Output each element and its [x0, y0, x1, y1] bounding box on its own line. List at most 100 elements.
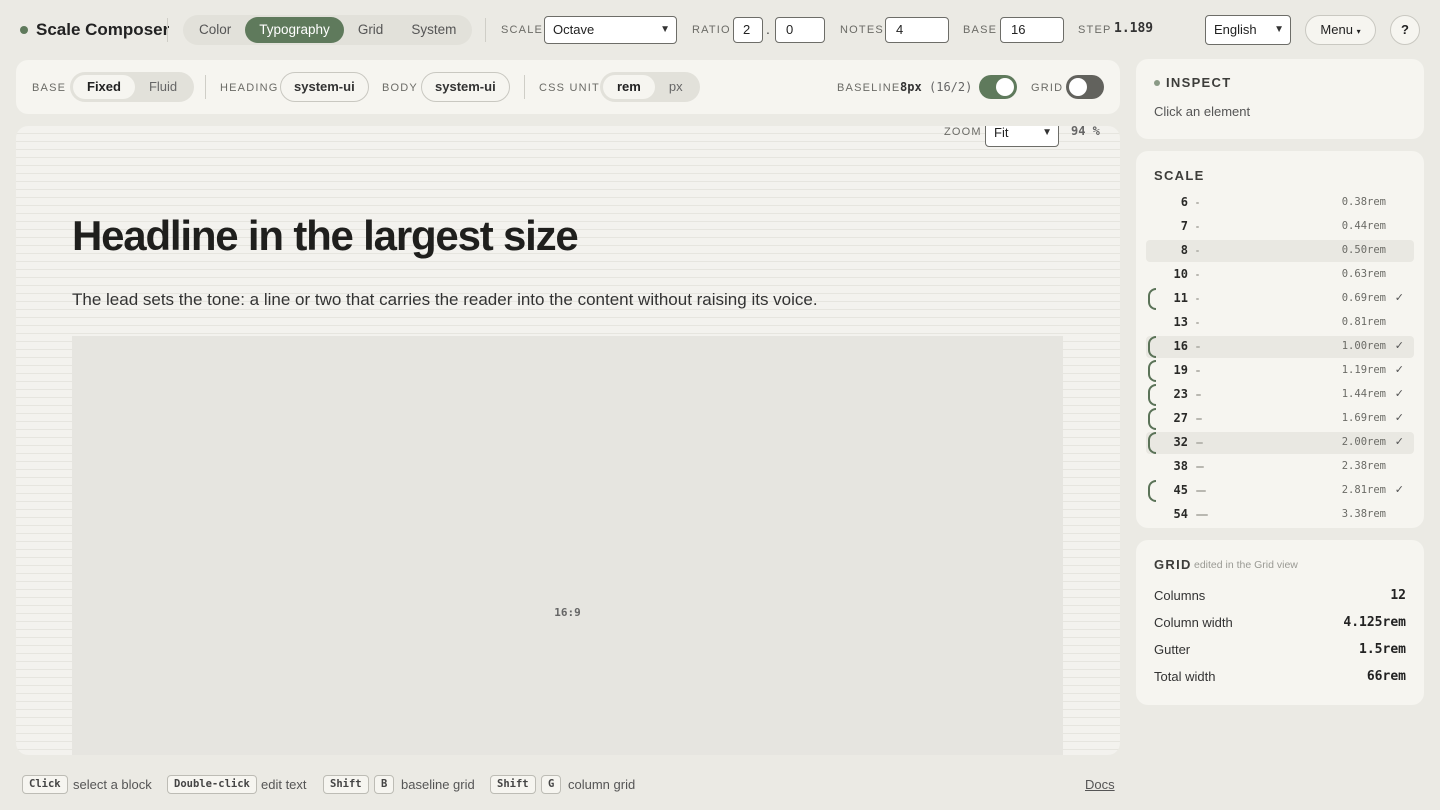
scale-rem: 0.81rem	[1341, 316, 1386, 328]
baseline-value: 8px	[900, 80, 922, 94]
lead-paragraph[interactable]: The lead sets the tone: a line or two th…	[72, 290, 818, 310]
size-swatch	[1196, 370, 1200, 372]
app-title: Scale Composer	[36, 20, 170, 39]
menu-button[interactable]: Menu ▾	[1305, 15, 1376, 45]
base-mode-fluid[interactable]: Fluid	[135, 75, 191, 99]
tab-typography[interactable]: Typography	[245, 17, 344, 43]
typography-toolbar: BASE Fixed Fluid HEADING system-ui BODY …	[16, 60, 1120, 114]
base-mode-fixed[interactable]: Fixed	[73, 75, 135, 99]
tab-color[interactable]: Color	[185, 17, 245, 43]
scale-rem: 0.69rem	[1341, 292, 1386, 304]
grid-row-total-width: Total width 66rem	[1154, 669, 1406, 684]
ratio-decimal-input[interactable]: 0	[775, 17, 825, 43]
scale-row[interactable]: 27 1.69rem ✓	[1146, 408, 1414, 430]
zoom-percent: 94 %	[1071, 126, 1100, 138]
grid-row-label: Gutter	[1154, 642, 1191, 657]
scale-row[interactable]: 19 1.19rem ✓	[1146, 360, 1414, 382]
chevron-down-icon: ▼	[1274, 24, 1284, 35]
tab-system[interactable]: System	[397, 17, 470, 43]
size-swatch	[1196, 274, 1199, 276]
scale-rem: 2.00rem	[1341, 436, 1386, 448]
scale-row[interactable]: 32 2.00rem ✓	[1146, 432, 1414, 454]
unit-rem[interactable]: rem	[603, 75, 655, 99]
size-swatch	[1196, 466, 1204, 468]
preview-canvas[interactable]: ZOOM Fit ▼ 94 % Headline in the largest …	[16, 126, 1120, 755]
check-icon: ✓	[1394, 388, 1404, 400]
scale-row[interactable]: 45 2.81rem ✓	[1146, 480, 1414, 502]
scale-row[interactable]: 23 1.44rem ✓	[1146, 384, 1414, 406]
ratio-label: RATIO	[692, 24, 731, 36]
scale-row[interactable]: 54 3.38rem	[1146, 504, 1414, 526]
tab-grid[interactable]: Grid	[344, 17, 398, 43]
grid-row-label: Column width	[1154, 615, 1233, 630]
inspect-panel: INSPECT Click an element	[1136, 59, 1424, 139]
scale-label: SCALE	[501, 24, 544, 36]
inspect-dot-icon	[1154, 80, 1160, 86]
scale-row[interactable]: 13 0.81rem	[1146, 312, 1414, 334]
grid-row-column-width: Column width 4.125rem	[1154, 615, 1406, 630]
grid-toggle[interactable]	[1066, 75, 1104, 99]
scale-px: 11	[1173, 291, 1188, 305]
baseline-toggle[interactable]	[979, 75, 1017, 99]
scale-rem: 1.69rem	[1341, 412, 1386, 424]
scale-row[interactable]: 16 1.00rem ✓	[1146, 336, 1414, 358]
grid-row-value: 1.5rem	[1359, 642, 1406, 657]
used-bracket-icon	[1148, 480, 1156, 502]
scale-row[interactable]: 10 0.63rem	[1146, 264, 1414, 286]
grid-row-label: Total width	[1154, 669, 1216, 684]
scale-row[interactable]: 7 0.44rem	[1146, 216, 1414, 238]
body-font-label: BODY	[382, 82, 418, 94]
used-bracket-icon	[1148, 384, 1156, 406]
base-input[interactable]: 16	[1000, 17, 1064, 43]
used-bracket-icon	[1148, 432, 1156, 454]
zoom-select-value: Fit	[994, 126, 1009, 140]
check-icon: ✓	[1394, 484, 1404, 496]
scale-px: 23	[1173, 387, 1188, 401]
scale-row[interactable]: 8 0.50rem	[1146, 240, 1414, 262]
scale-select[interactable]: Octave ▼	[544, 16, 677, 44]
scale-px: 27	[1173, 411, 1188, 425]
toggle-knob	[1069, 78, 1087, 96]
zoom-select[interactable]: Fit ▼	[985, 126, 1059, 147]
media-placeholder[interactable]: 16:9	[72, 336, 1063, 755]
grid-row-gutter: Gutter 1.5rem	[1154, 642, 1406, 657]
help-button[interactable]: ?	[1390, 15, 1420, 45]
aspect-ratio-label: 16:9	[554, 606, 581, 619]
scale-select-value: Octave	[553, 22, 595, 37]
inspect-hint: Click an element	[1154, 104, 1251, 119]
scale-rem: 3.38rem	[1341, 508, 1386, 520]
scale-rem: 0.50rem	[1341, 244, 1386, 256]
hint-text: baseline grid	[401, 777, 475, 792]
scale-row[interactable]: 6 0.38rem	[1146, 192, 1414, 214]
scale-rem: 0.38rem	[1341, 196, 1386, 208]
top-bar: Scale Composer Color Typography Grid Sys…	[0, 0, 1440, 60]
kbd-click: Click	[22, 775, 68, 794]
grid-row-value: 4.125rem	[1343, 615, 1406, 630]
notes-input[interactable]: 4	[885, 17, 949, 43]
size-swatch	[1196, 418, 1202, 420]
scale-rem: 1.00rem	[1341, 340, 1386, 352]
scale-row[interactable]: 11 0.69rem ✓	[1146, 288, 1414, 310]
zoom-label: ZOOM	[944, 126, 982, 138]
size-swatch	[1196, 250, 1199, 252]
divider	[485, 18, 486, 42]
ratio-integer-input[interactable]: 2	[733, 17, 763, 43]
size-swatch	[1196, 346, 1200, 348]
divider	[167, 18, 168, 42]
docs-link[interactable]: Docs	[1085, 777, 1115, 792]
size-swatch	[1196, 298, 1199, 300]
heading-font-button[interactable]: system-ui	[280, 72, 369, 102]
scale-rem: 1.19rem	[1341, 364, 1386, 376]
step-label: STEP	[1078, 24, 1112, 36]
base-mode-toggle: Fixed Fluid	[70, 72, 195, 102]
grid-row-label: Columns	[1154, 588, 1206, 603]
scale-px: 6	[1180, 195, 1188, 209]
toggle-knob	[996, 78, 1014, 96]
language-select[interactable]: English ▼	[1205, 15, 1291, 45]
inspect-title: INSPECT	[1166, 75, 1232, 90]
notes-label: NOTES	[840, 24, 884, 36]
scale-row[interactable]: 38 2.38rem	[1146, 456, 1414, 478]
unit-px[interactable]: px	[655, 75, 697, 99]
body-font-button[interactable]: system-ui	[421, 72, 510, 102]
headline-block[interactable]: Headline in the largest size	[72, 212, 579, 260]
